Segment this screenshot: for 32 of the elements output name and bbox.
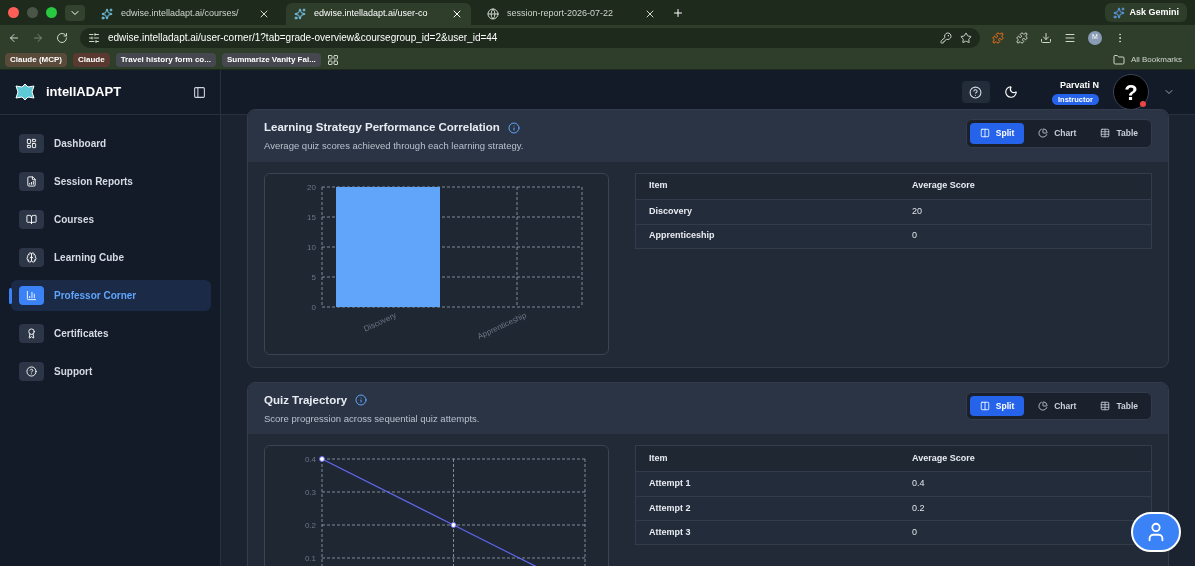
table-cell-text: Apprenticeship: [649, 229, 716, 243]
column-header: Average Score: [912, 451, 975, 465]
table-cell-text: Attempt 1: [649, 477, 692, 491]
card-subtitle: Score progression across sequential quiz attempts.: [264, 411, 480, 426]
user-name: Parvati N: [1059, 78, 1099, 92]
tab-title: session-report-2026-07-22: [507, 7, 615, 21]
y-tick-label: 0.1: [304, 554, 316, 563]
url-text: edwise.intelladapt.ai/user-corner/1?tab=grade-overview&coursegroup_id=2&user_id=44: [108, 31, 499, 45]
table-cell-text: 0.2: [912, 501, 925, 515]
table-cell: 0: [912, 229, 917, 243]
column-header: Average Score: [912, 179, 975, 193]
table-cell-text: Discovery: [649, 204, 694, 218]
table-cell-text: Attempt 3: [649, 525, 692, 539]
brand-name: intellADAPT: [46, 83, 123, 102]
table-cell-text: 0: [912, 525, 917, 539]
y-tick-label: 0.4: [304, 455, 316, 464]
card-title: Quiz Trajectory: [264, 392, 348, 408]
table-cell-text: 20: [912, 204, 922, 218]
column-header: Item: [649, 451, 669, 465]
tab-title: edwise.intelladapt.ai/courses/: [121, 7, 240, 21]
y-tick-label: 0.3: [304, 488, 316, 497]
y-tick-label: 20: [307, 182, 316, 192]
card-subtitle: Average quiz scores achieved through each learning strategy.: [264, 139, 524, 154]
y-tick-label: 0.2: [304, 521, 316, 530]
y-tick-label: 5: [311, 272, 316, 282]
tab-title: edwise.intelladapt.ai/user-co: [314, 7, 429, 21]
y-tick-label: 15: [307, 212, 316, 222]
card-title: Learning Strategy Performance Correlation: [264, 120, 500, 135]
y-tick-label: 10: [307, 242, 316, 252]
table-cell-text: Attempt 2: [649, 501, 692, 515]
table-cell: 0.4: [912, 477, 925, 491]
column-header: Item: [649, 179, 669, 193]
